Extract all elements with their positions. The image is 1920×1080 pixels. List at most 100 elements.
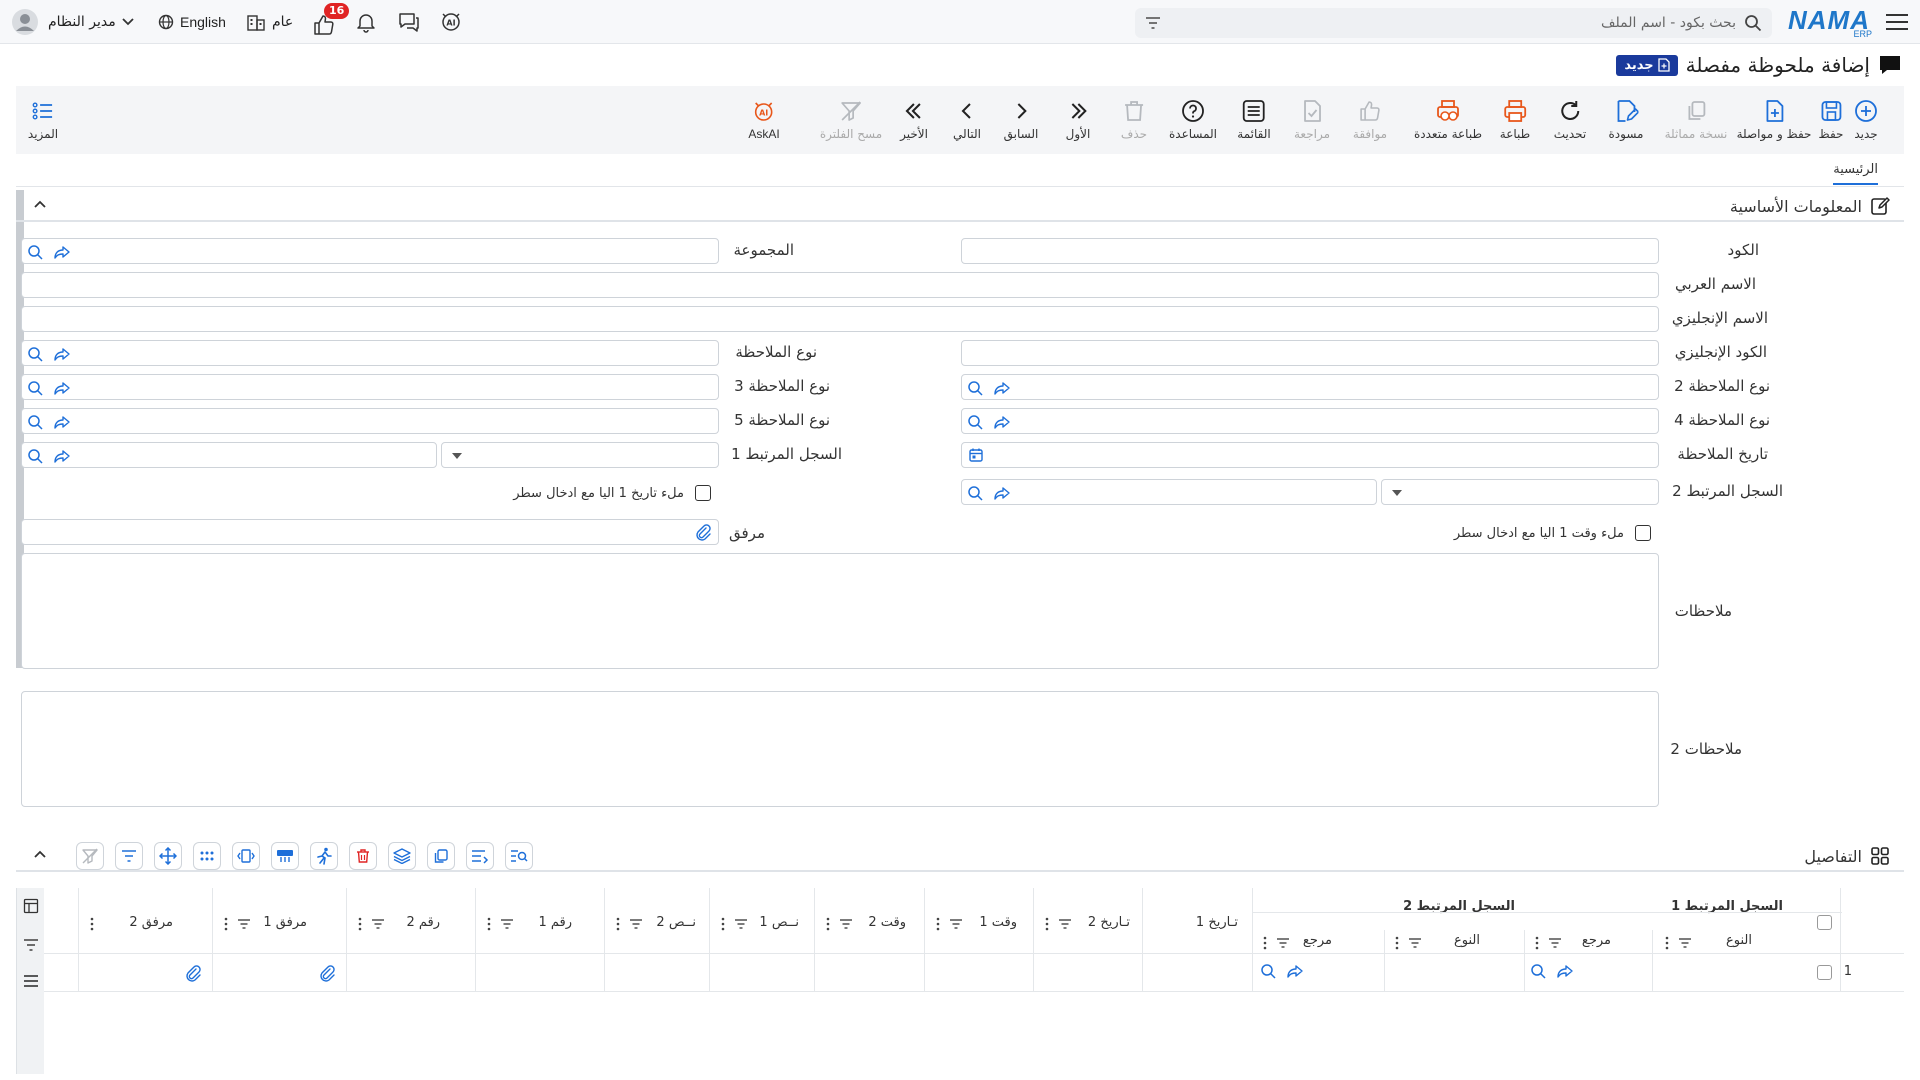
related-record-1-lookup[interactable] [21,442,437,468]
filter-icon[interactable] [1145,16,1161,30]
column-filter-icon[interactable] [839,918,853,930]
column-menu-icon[interactable] [223,917,229,931]
search-refresh-icon[interactable] [1259,962,1277,980]
column-filter-icon[interactable] [1678,937,1692,949]
row-checkbox[interactable] [1817,965,1832,980]
column-filter-icon[interactable] [949,918,963,930]
tab-main[interactable]: الرئيسية [1833,162,1878,185]
first-record-button[interactable]: الأول [1066,86,1090,154]
column-filter-icon[interactable] [1058,918,1072,930]
column-filter-icon[interactable] [1276,937,1290,949]
multi-print-button[interactable]: طباعة متعددة [1414,86,1482,154]
delete-button[interactable]: حذف [1121,86,1147,154]
column-menu-icon[interactable] [615,917,621,931]
english-name-input[interactable] [21,306,1659,332]
search-refresh-icon[interactable] [966,413,984,431]
search-refresh-icon[interactable] [1529,962,1547,980]
grid-layers-button[interactable] [388,842,416,870]
column-filter-icon[interactable] [1548,937,1562,949]
grid-clear-filter-button[interactable] [76,842,104,870]
approvals-button[interactable]: 16 [312,3,350,36]
language-switch[interactable]: English [158,0,226,44]
review-button[interactable]: مراجعة [1294,86,1330,154]
next-record-button[interactable]: التالي [953,86,981,154]
column-menu-icon[interactable] [825,917,831,931]
approve-button[interactable]: موافقة [1353,86,1387,154]
brand-logo[interactable]: NAMA ERP [1788,5,1872,39]
askai-button[interactable]: AI AskAI [748,86,780,154]
grid-move-button[interactable] [154,842,182,870]
column-menu-icon[interactable] [1262,936,1268,950]
group-lookup[interactable] [21,238,719,264]
print-button[interactable]: طباعة [1500,86,1530,154]
list-button[interactable]: القائمة [1237,86,1271,154]
search-icon[interactable] [1744,14,1762,32]
share-arrow-icon[interactable] [53,379,71,397]
column-filter-icon[interactable] [237,918,251,930]
ai-assistant-icon[interactable]: AI [439,10,463,34]
attachment-input[interactable] [21,519,719,545]
column-menu-icon[interactable] [486,917,492,931]
column-filter-icon[interactable] [629,918,643,930]
grid-delete-row-button[interactable] [349,842,377,870]
share-arrow-icon[interactable] [993,379,1011,397]
column-menu-icon[interactable] [1664,936,1670,950]
grid-search-button[interactable] [505,842,533,870]
grid-run-button[interactable] [310,842,338,870]
new-button[interactable]: جديد [1854,86,1878,154]
column-menu-icon[interactable] [89,917,95,931]
last-record-button[interactable]: الأخير [900,86,928,154]
save-continue-button[interactable]: حفظ و مواصلة [1737,86,1811,154]
column-menu-icon[interactable] [1394,936,1400,950]
column-menu-icon[interactable] [1044,917,1050,931]
column-filter-icon[interactable] [734,918,748,930]
search-refresh-icon[interactable] [26,413,44,431]
help-button[interactable]: المساعدة [1169,86,1217,154]
notes-2-textarea[interactable] [21,691,1659,807]
grid-filter-button[interactable] [115,842,143,870]
column-filter-icon[interactable] [500,918,514,930]
search-refresh-icon[interactable] [26,379,44,397]
duplicate-button[interactable]: نسخة مماثلة [1665,86,1727,154]
paperclip-icon[interactable] [694,524,712,542]
note-type-lookup[interactable] [21,340,719,366]
details-header[interactable]: التفاصيل [16,840,1904,872]
collapse-chevron-up-icon[interactable] [32,846,48,862]
refresh-button[interactable]: تحديث [1554,86,1586,154]
paperclip-icon[interactable] [184,965,202,983]
columns-panel-icon[interactable] [23,898,39,914]
fill-date-auto-checkbox[interactable] [695,485,711,501]
code-input[interactable] [961,238,1659,264]
grid-table-button[interactable] [271,842,299,870]
notes-textarea[interactable] [21,553,1659,669]
branch-switch[interactable]: عام [246,0,293,44]
grid-fit-columns-button[interactable] [232,842,260,870]
english-code-input[interactable] [961,340,1659,366]
search-input[interactable] [1196,8,1736,38]
note-type-2-lookup[interactable] [961,374,1659,400]
share-arrow-icon[interactable] [53,447,71,465]
column-filter-icon[interactable] [1408,937,1422,949]
share-arrow-icon[interactable] [1556,962,1574,980]
share-arrow-icon[interactable] [993,484,1011,502]
save-button[interactable]: حفظ [1819,86,1843,154]
paperclip-icon[interactable] [318,965,336,983]
note-type-4-lookup[interactable] [961,408,1659,434]
search-refresh-icon[interactable] [966,379,984,397]
search-refresh-icon[interactable] [26,345,44,363]
grid-insert-row-button[interactable] [466,842,494,870]
note-type-5-lookup[interactable] [21,408,719,434]
chat-icon[interactable] [397,11,421,33]
clear-filter-button[interactable]: مسح الفلترة [820,86,882,154]
user-menu[interactable]: مدير النظام [12,0,134,44]
share-arrow-icon[interactable] [53,243,71,261]
share-arrow-icon[interactable] [1286,962,1304,980]
share-arrow-icon[interactable] [53,345,71,363]
collapse-chevron-up-icon[interactable] [32,196,48,212]
column-menu-icon[interactable] [357,917,363,931]
search-refresh-icon[interactable] [26,243,44,261]
filter-panel-icon[interactable] [23,938,39,952]
row-menu-icon[interactable] [23,974,39,988]
related-record-2-type-select[interactable] [1381,479,1659,505]
related-record-1-type-select[interactable] [441,442,719,468]
